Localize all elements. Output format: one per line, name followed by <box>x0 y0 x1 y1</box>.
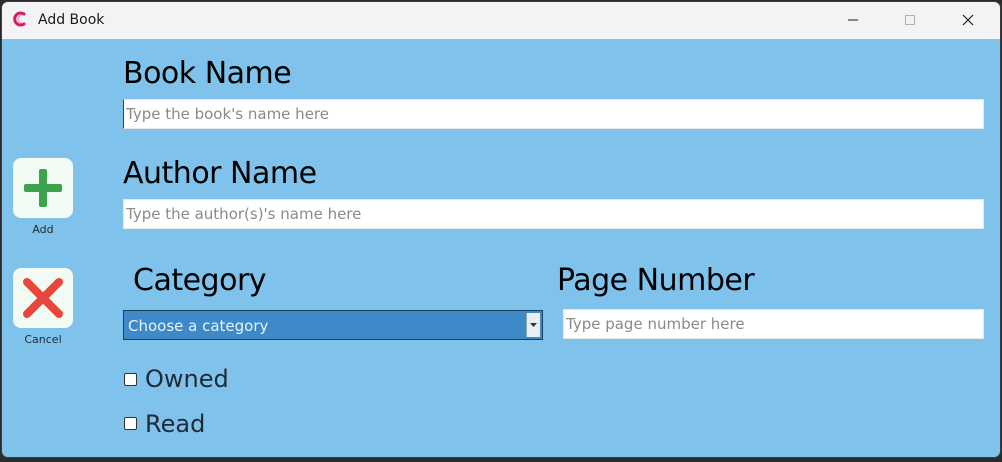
author-name-input[interactable] <box>123 199 984 229</box>
close-button[interactable] <box>940 2 998 39</box>
plus-icon <box>24 169 62 207</box>
cancel-button[interactable] <box>13 268 73 328</box>
minimize-button[interactable] <box>825 2 883 39</box>
page-number-label: Page Number <box>557 263 755 298</box>
x-icon <box>23 278 63 318</box>
add-button[interactable] <box>13 158 73 218</box>
owned-label[interactable]: Owned <box>145 365 229 393</box>
book-name-input[interactable] <box>123 99 984 129</box>
category-label: Category <box>133 263 267 298</box>
add-book-window: Add Book Add Cancel Book Name Type the b… <box>2 2 1000 457</box>
read-checkbox[interactable] <box>124 417 137 430</box>
maximize-icon <box>905 15 915 25</box>
window-title: Add Book <box>38 12 105 28</box>
owned-checkbox[interactable] <box>124 373 137 386</box>
maximize-button[interactable] <box>882 2 940 39</box>
chevron-down-icon <box>530 323 537 327</box>
minimize-icon <box>848 19 858 21</box>
category-select[interactable]: Choose a category <box>123 310 543 340</box>
author-name-label: Author Name <box>123 156 317 191</box>
dropdown-toggle[interactable] <box>526 313 540 337</box>
close-icon <box>962 14 974 26</box>
cancel-button-label: Cancel <box>24 333 62 346</box>
read-label[interactable]: Read <box>145 410 205 438</box>
add-button-label: Add <box>32 223 54 236</box>
page-number-input[interactable] <box>563 309 984 339</box>
category-select-value: Choose a category <box>128 317 269 335</box>
book-name-label: Book Name <box>123 56 292 91</box>
app-logo-icon <box>13 11 26 27</box>
title-bar: Add Book <box>2 2 1000 39</box>
